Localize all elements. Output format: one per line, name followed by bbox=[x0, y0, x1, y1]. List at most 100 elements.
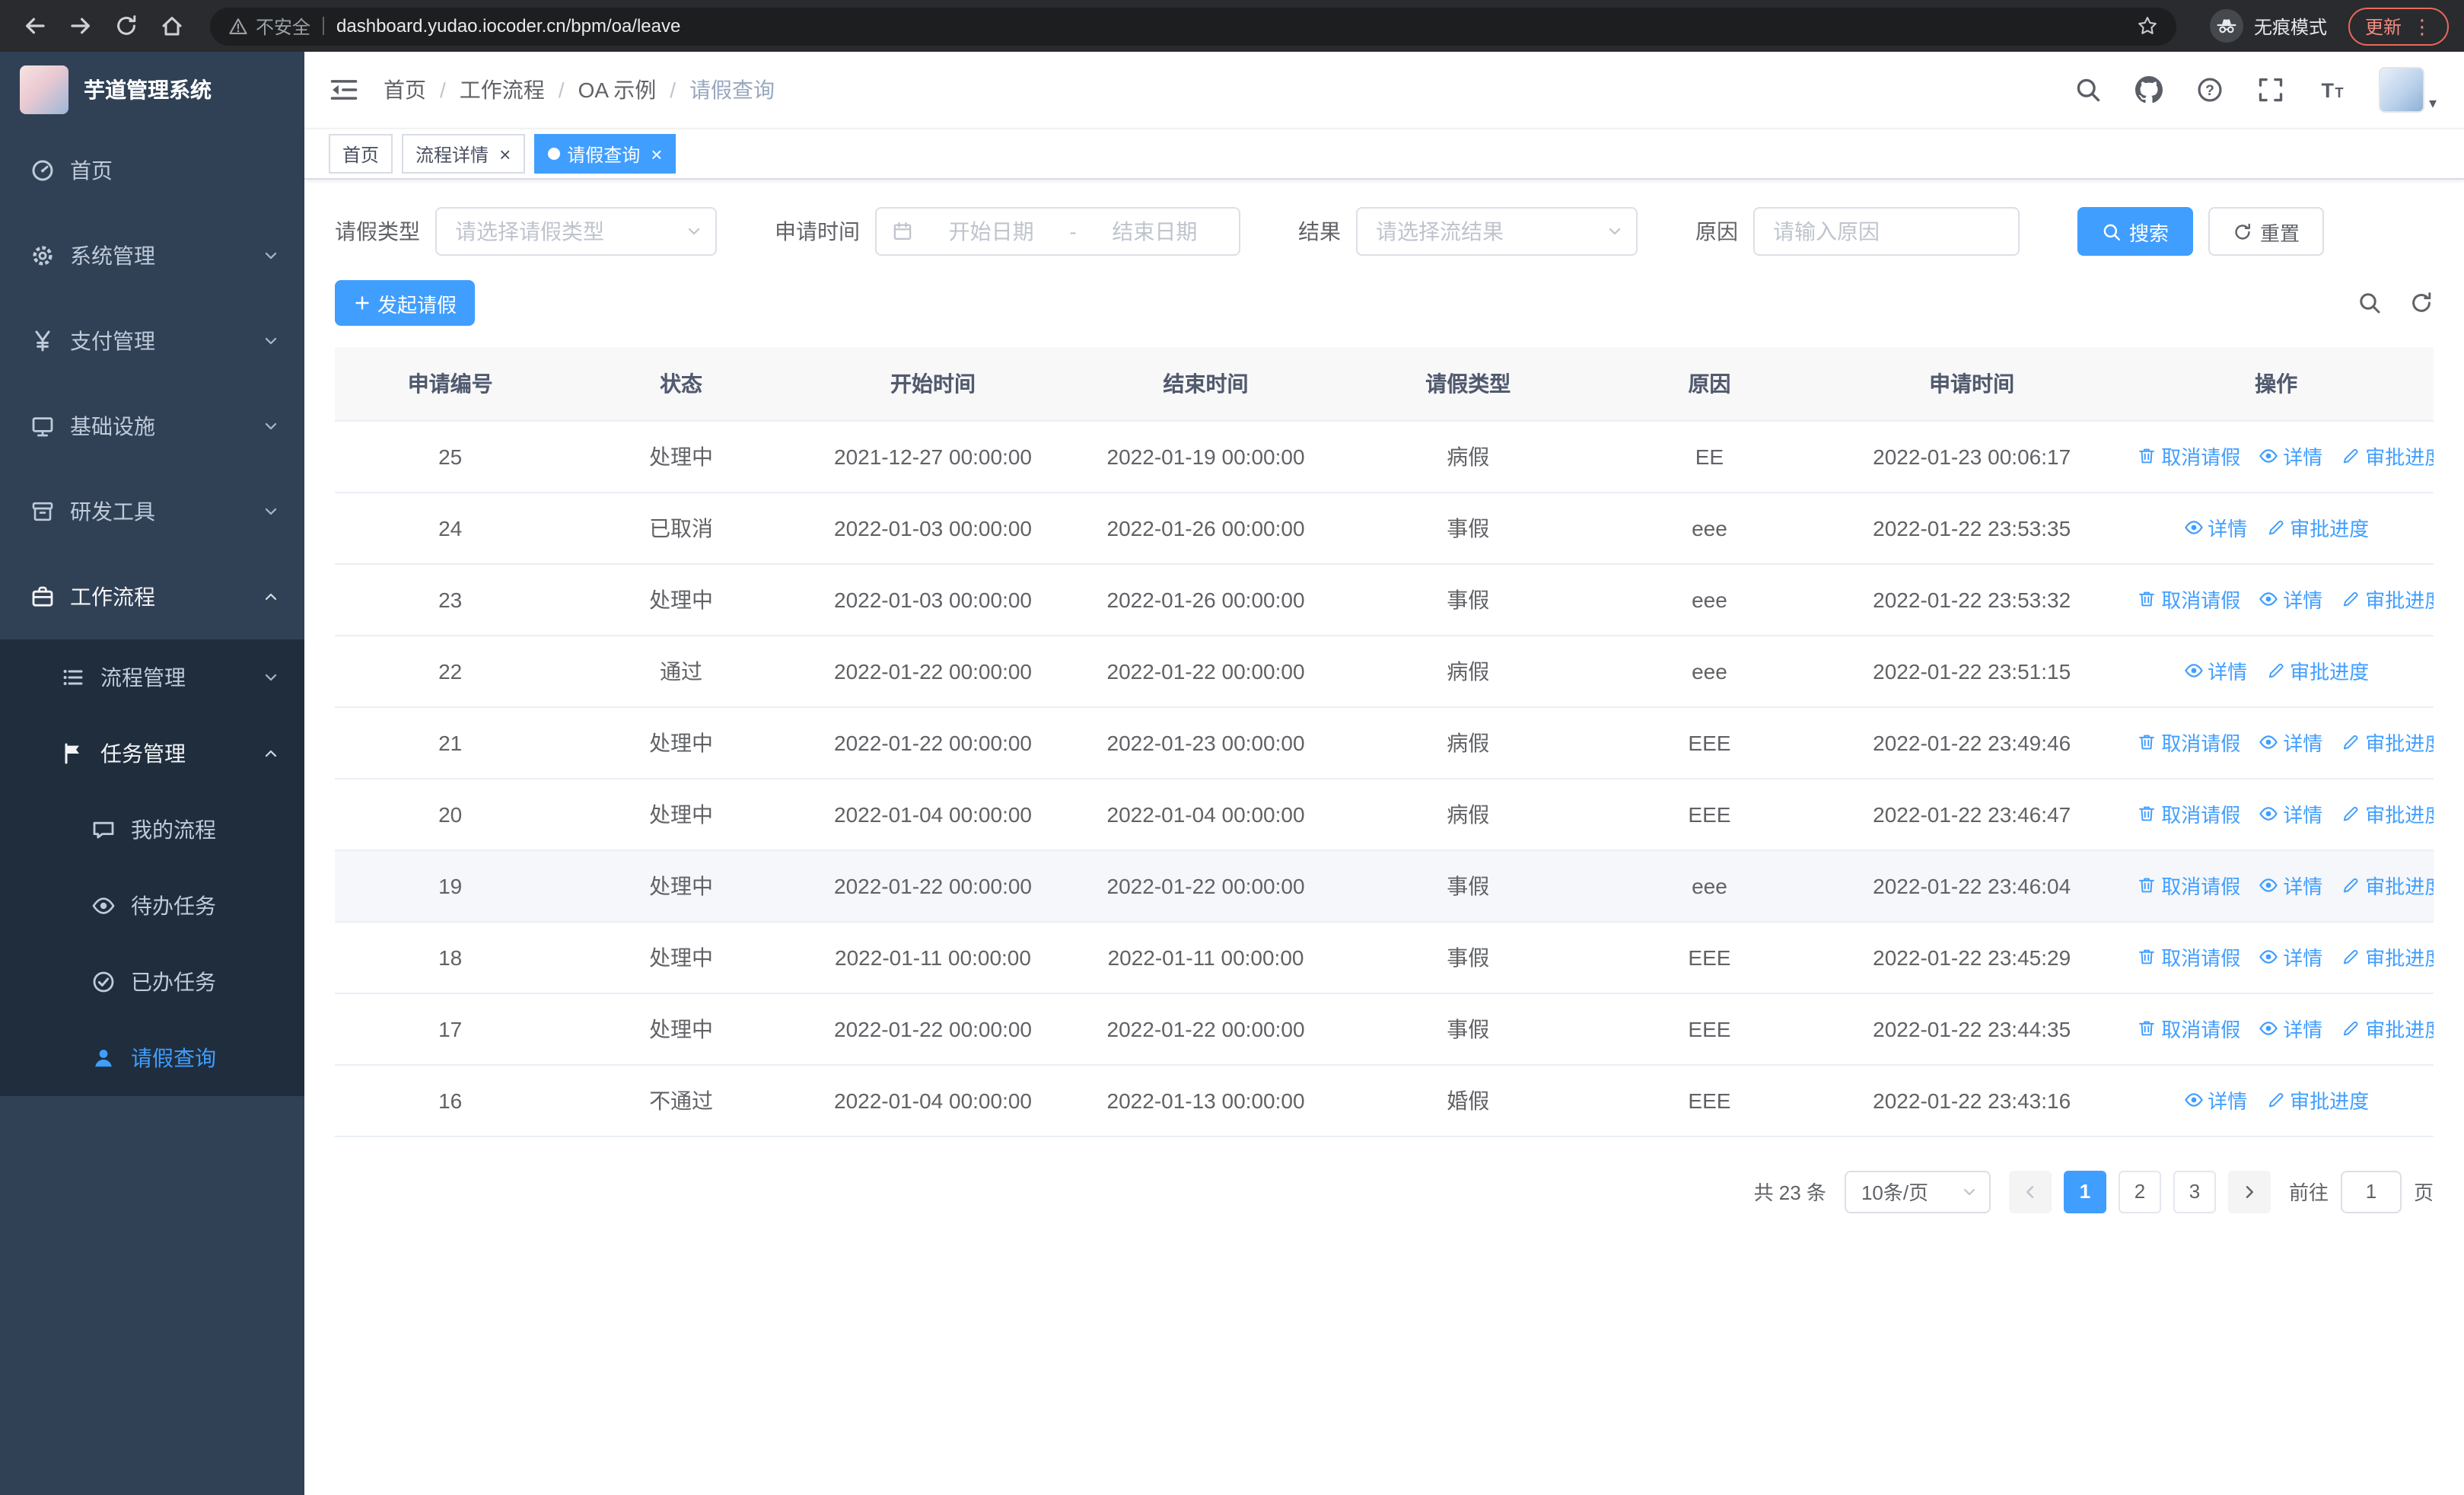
sidebar-item-7[interactable]: 流程管理 bbox=[0, 639, 304, 716]
detail-action-link[interactable]: 详情 bbox=[2259, 585, 2322, 614]
search-icon[interactable] bbox=[2074, 76, 2102, 104]
fontsize-icon[interactable]: TT bbox=[2318, 76, 2345, 104]
question-icon[interactable]: ? bbox=[2196, 76, 2224, 104]
breadcrumb-item-1[interactable]: 首页 bbox=[384, 75, 426, 105]
create-leave-button[interactable]: 发起请假 bbox=[335, 280, 476, 326]
cancel-action-link[interactable]: 取消请假 bbox=[2137, 585, 2240, 614]
page-button-2[interactable]: 2 bbox=[2118, 1170, 2161, 1213]
close-icon[interactable]: × bbox=[648, 144, 662, 164]
user-menu[interactable]: ▾ bbox=[2378, 67, 2437, 113]
leave-type-select[interactable]: 请选择请假类型 bbox=[435, 207, 717, 256]
action-label: 详情 bbox=[2283, 446, 2323, 469]
svg-text:T: T bbox=[2321, 79, 2334, 102]
apply-time-range-picker[interactable]: 开始日期 - 结束日期 bbox=[875, 207, 1240, 256]
cancel-action-link[interactable]: 取消请假 bbox=[2137, 441, 2240, 470]
sidebar-item-4[interactable]: 基础设施 bbox=[0, 384, 304, 469]
prev-page-button[interactable] bbox=[2008, 1170, 2052, 1213]
sidebar-item-12[interactable]: 请假查询 bbox=[0, 1020, 304, 1096]
breadcrumb-item-3[interactable]: OA 示例 bbox=[578, 75, 657, 105]
caret-down-icon: ▾ bbox=[2428, 96, 2437, 113]
page-button-3[interactable]: 3 bbox=[2173, 1170, 2216, 1213]
close-icon[interactable]: × bbox=[496, 144, 511, 164]
goto-page-input[interactable] bbox=[2340, 1170, 2402, 1213]
detail-action-link[interactable]: 详情 bbox=[2183, 656, 2247, 685]
sidebar-item-3[interactable]: 支付管理 bbox=[0, 298, 304, 384]
forward-arrow-button[interactable] bbox=[61, 6, 100, 46]
sidebar-item-11[interactable]: 已办任务 bbox=[0, 944, 304, 1020]
tab-1[interactable]: 首页 bbox=[329, 134, 393, 174]
bookmark-star-icon[interactable] bbox=[2137, 15, 2158, 37]
result-select[interactable]: 请选择流结果 bbox=[1356, 207, 1638, 256]
cell-status: 处理中 bbox=[565, 563, 797, 636]
tags-view: 首页 流程详情 × 请假查询 × bbox=[304, 128, 2464, 180]
sidebar-item-6[interactable]: 工作流程 bbox=[0, 554, 304, 639]
detail-action-link[interactable]: 详情 bbox=[2183, 1085, 2247, 1114]
cancel-action-link[interactable]: 取消请假 bbox=[2137, 728, 2240, 757]
back-arrow-button[interactable] bbox=[15, 6, 55, 46]
reload-button[interactable] bbox=[107, 6, 146, 46]
progress-action-link[interactable]: 审批进度 bbox=[2341, 585, 2434, 614]
page-button-1[interactable]: 1 bbox=[2063, 1170, 2106, 1213]
table-row-17: 17 处理中 2022-01-22 00:00:00 2022-01-22 00:00… bbox=[335, 993, 2434, 1065]
zoom-search-icon[interactable] bbox=[2357, 291, 2382, 315]
detail-action-link[interactable]: 详情 bbox=[2259, 728, 2322, 757]
app-logo[interactable]: 芋道管理系统 bbox=[0, 52, 304, 128]
menu-fold-icon[interactable] bbox=[329, 75, 359, 105]
progress-action-link[interactable]: 审批进度 bbox=[2341, 1014, 2434, 1043]
header-actions: ? T T ▾ bbox=[2074, 67, 2437, 113]
reason-input[interactable] bbox=[1753, 207, 2020, 256]
end-date-placeholder: 结束日期 bbox=[1112, 219, 1198, 244]
reset-button[interactable]: 重置 bbox=[2208, 207, 2325, 256]
detail-action-link[interactable]: 详情 bbox=[2259, 799, 2322, 828]
detail-action-link[interactable]: 详情 bbox=[2259, 871, 2322, 900]
breadcrumb-separator: / bbox=[670, 78, 676, 102]
edit-icon bbox=[2341, 875, 2361, 895]
progress-action-link[interactable]: 审批进度 bbox=[2341, 799, 2434, 828]
detail-action-link[interactable]: 详情 bbox=[2259, 1014, 2322, 1043]
tab-3[interactable]: 请假查询 × bbox=[533, 134, 676, 174]
delete-icon bbox=[2137, 947, 2157, 967]
cell-actions: 取消请假 详情 审批进度 bbox=[2119, 563, 2434, 636]
progress-action-link[interactable]: 审批进度 bbox=[2265, 1085, 2369, 1114]
tab-label: 请假查询 bbox=[567, 144, 641, 165]
cell-type: 事假 bbox=[1342, 850, 1594, 922]
cancel-action-link[interactable]: 取消请假 bbox=[2137, 942, 2240, 971]
sidebar-item-2[interactable]: 系统管理 bbox=[0, 213, 304, 298]
progress-action-link[interactable]: 审批进度 bbox=[2341, 942, 2434, 971]
sidebar: 芋道管理系统 首页 系统管理 支付管理 基础设施 研发工具 工作流程 流程管理 任务管理 我的流… bbox=[0, 52, 304, 1495]
progress-action-link[interactable]: 审批进度 bbox=[2265, 656, 2369, 685]
progress-action-link[interactable]: 审批进度 bbox=[2341, 441, 2434, 470]
cancel-action-link[interactable]: 取消请假 bbox=[2137, 799, 2240, 828]
tab-2[interactable]: 流程详情 × bbox=[402, 134, 525, 174]
cancel-action-link[interactable]: 取消请假 bbox=[2137, 1014, 2240, 1043]
sidebar-item-5[interactable]: 研发工具 bbox=[0, 469, 304, 554]
page-buttons: 123 bbox=[2008, 1170, 2271, 1213]
sidebar-item-10[interactable]: 待办任务 bbox=[0, 868, 304, 944]
fullscreen-icon[interactable] bbox=[2257, 76, 2284, 104]
address-bar[interactable]: 不安全 dashboard.yudao.iocoder.cn/bpm/oa/le… bbox=[210, 7, 2176, 45]
breadcrumb-item-2[interactable]: 工作流程 bbox=[460, 75, 545, 105]
detail-action-link[interactable]: 详情 bbox=[2259, 441, 2322, 470]
app: 芋道管理系统 首页 系统管理 支付管理 基础设施 研发工具 工作流程 流程管理 任务管理 我的流… bbox=[0, 52, 2464, 1495]
detail-action-link[interactable]: 详情 bbox=[2183, 513, 2247, 542]
home-button[interactable] bbox=[152, 6, 192, 46]
progress-action-link[interactable]: 审批进度 bbox=[2341, 728, 2434, 757]
page-size-select[interactable]: 10条/页 bbox=[1844, 1170, 1991, 1213]
sidebar-item-8[interactable]: 任务管理 bbox=[0, 716, 304, 792]
progress-action-link[interactable]: 审批进度 bbox=[2265, 513, 2369, 542]
menu-dots-icon[interactable]: ⋮ bbox=[2412, 16, 2432, 36]
monitor-icon bbox=[30, 414, 55, 438]
github-icon[interactable] bbox=[2135, 76, 2163, 104]
progress-action-link[interactable]: 审批进度 bbox=[2341, 871, 2434, 900]
sidebar-item-9[interactable]: 我的流程 bbox=[0, 792, 304, 868]
detail-action-link[interactable]: 详情 bbox=[2259, 942, 2322, 971]
cell-start: 2021-12-27 00:00:00 bbox=[796, 420, 1070, 492]
search-button[interactable]: 搜索 bbox=[2077, 207, 2194, 256]
next-page-button[interactable] bbox=[2227, 1170, 2271, 1213]
refresh-table-icon[interactable] bbox=[2409, 291, 2434, 315]
cell-id: 20 bbox=[335, 778, 566, 850]
screen: 不安全 dashboard.yudao.iocoder.cn/bpm/oa/le… bbox=[0, 0, 2464, 1495]
sidebar-item-1[interactable]: 首页 bbox=[0, 128, 304, 213]
browser-update-button[interactable]: 更新 ⋮ bbox=[2348, 7, 2449, 45]
cancel-action-link[interactable]: 取消请假 bbox=[2137, 871, 2240, 900]
